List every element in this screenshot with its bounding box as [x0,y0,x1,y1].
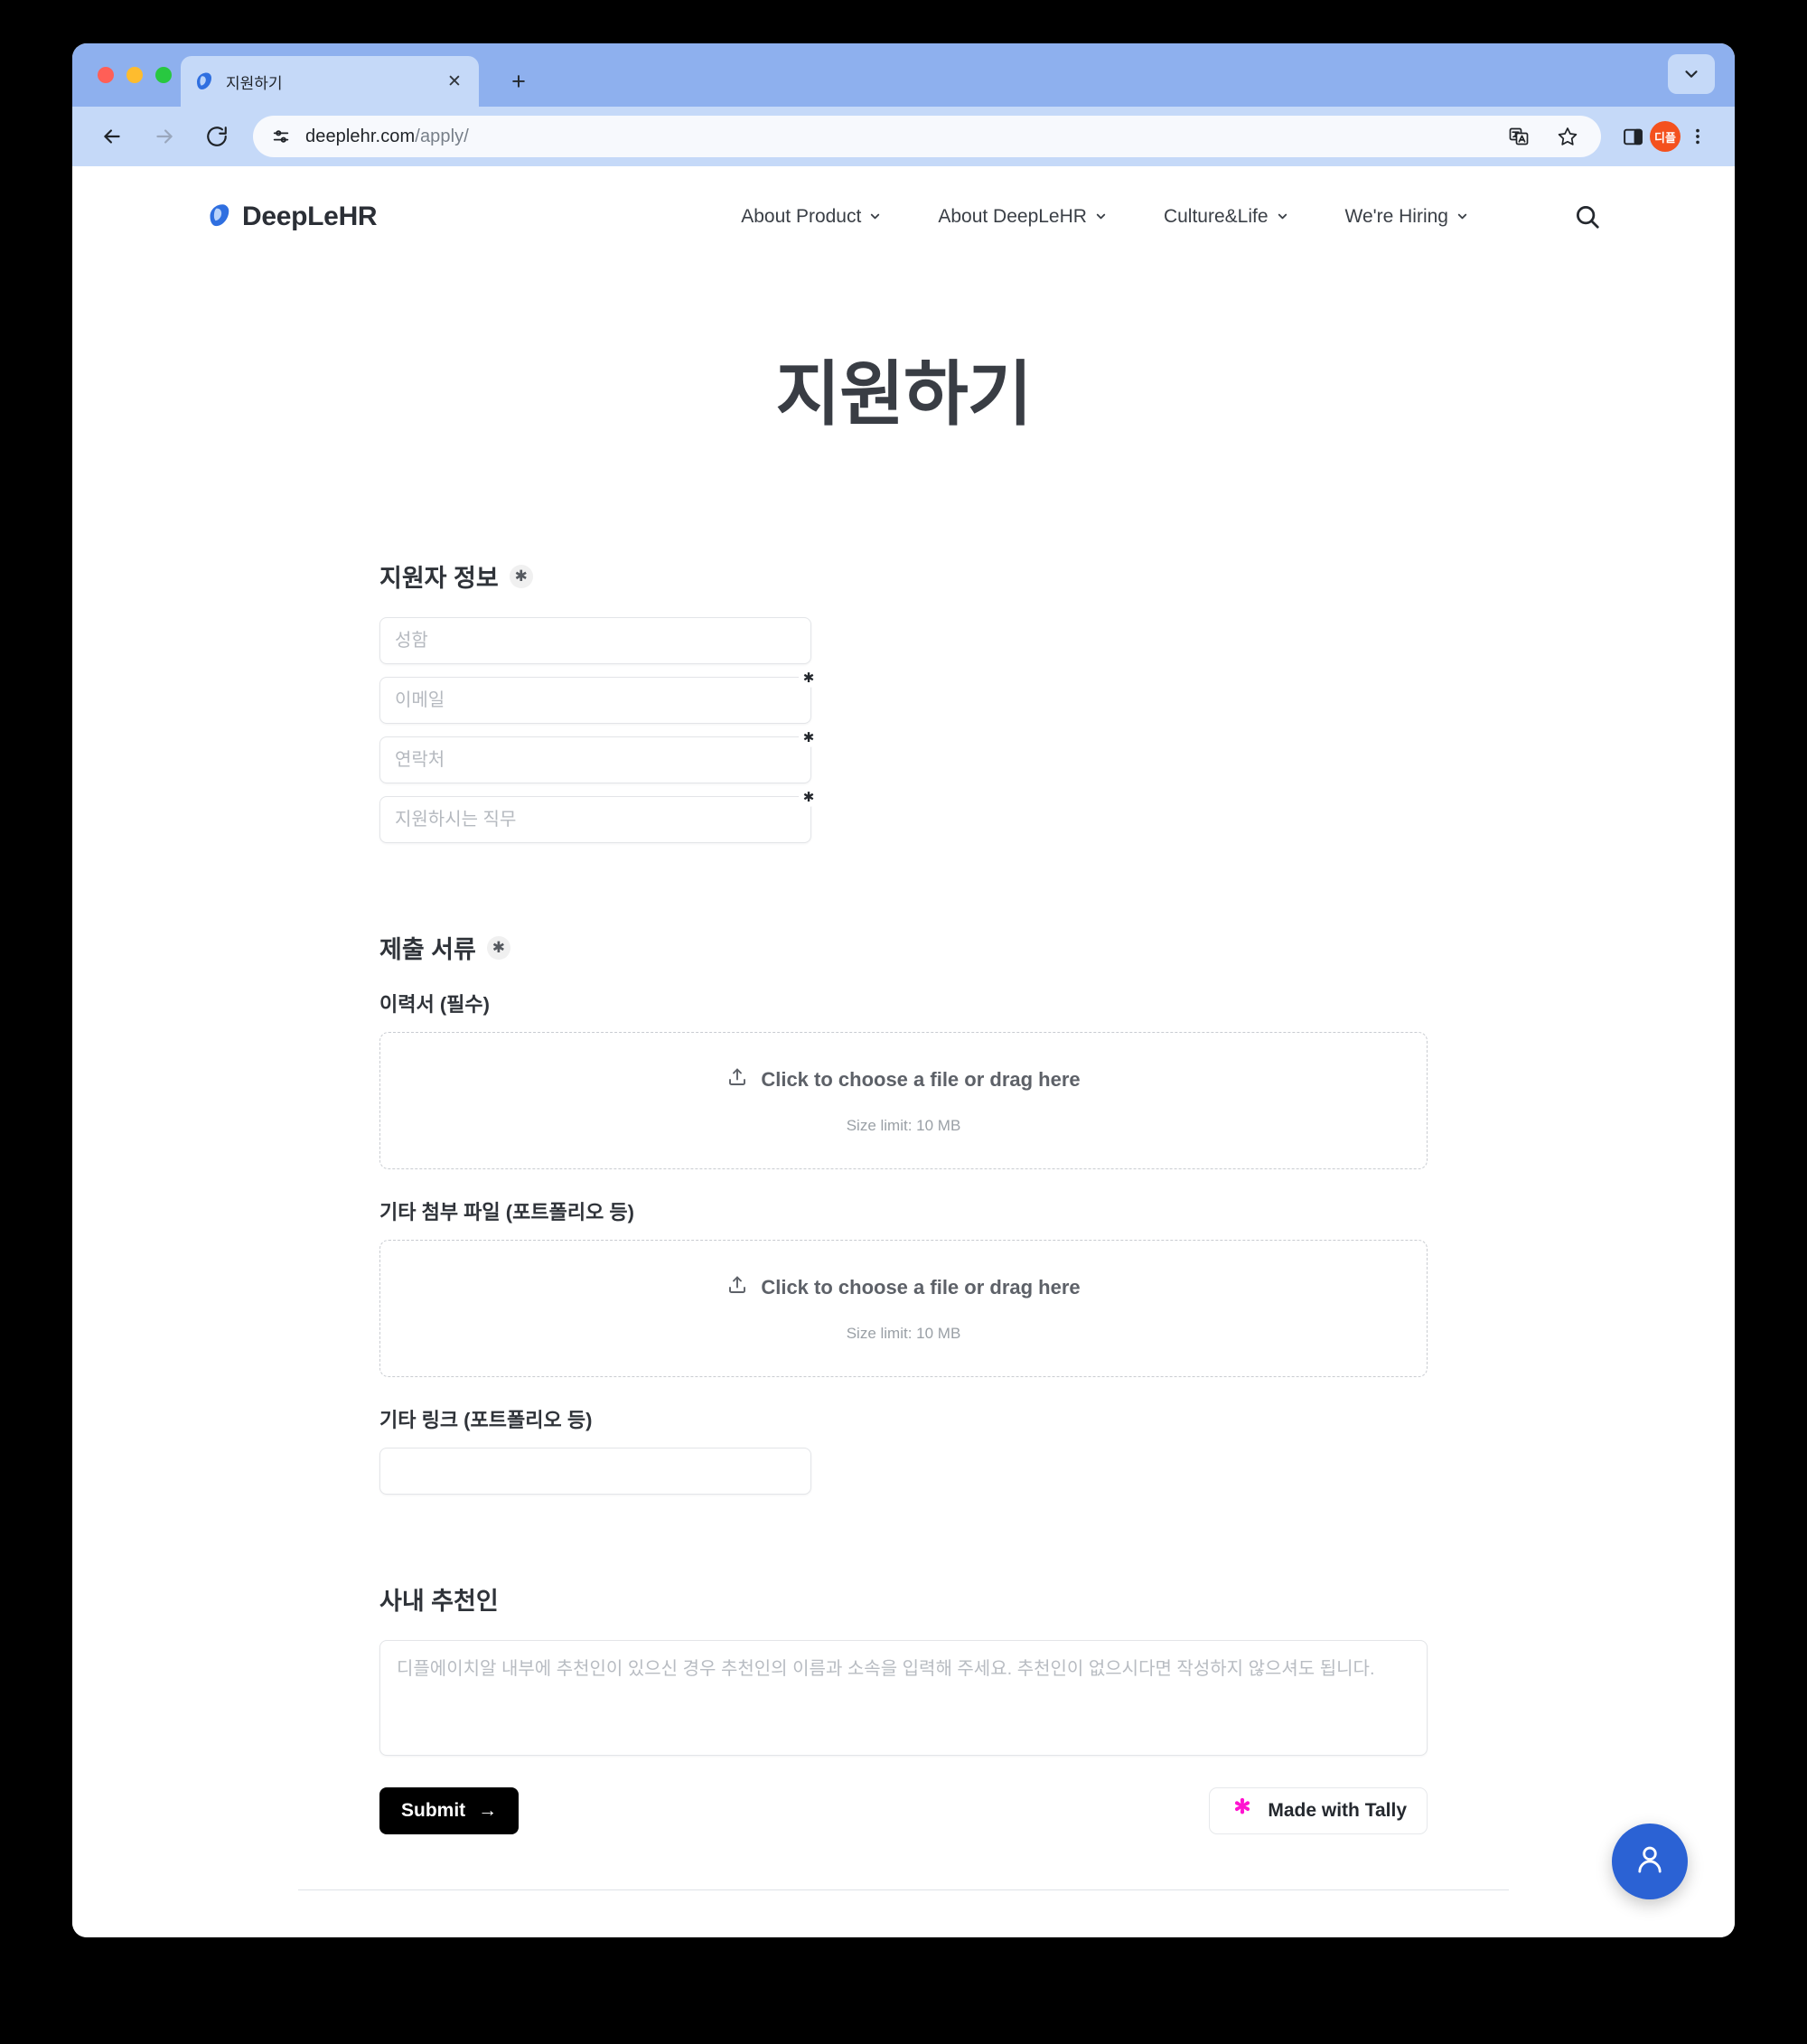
address-bar[interactable]: deeplehr.com/apply/ [253,116,1601,157]
required-badge: ✱ [509,564,533,588]
url-text: deeplehr.com/apply/ [305,127,469,147]
links-label: 기타 링크 (포트폴리오 등) [379,1409,593,1431]
site-header: DeepLeHR About Product About DeepLeHR Cu [72,166,1735,267]
site-navigation: About Product About DeepLeHR Culture&Lif… [741,203,1601,230]
nav-item-culture-life[interactable]: Culture&Life [1164,206,1289,228]
back-button[interactable] [92,117,132,156]
chrome-menu-icon[interactable] [1681,119,1715,154]
chevron-down-icon [1094,210,1108,225]
required-star-icon: ✱ [799,668,819,688]
maximize-window-button[interactable] [155,67,172,83]
referral-section-title: 사내 추천인 [379,1581,1428,1617]
browser-tab[interactable]: 지원하기 ✕ [181,56,479,107]
translate-icon[interactable] [1502,119,1536,154]
arrow-right-icon: → [478,1800,498,1821]
url-path: /apply/ [415,126,469,146]
close-tab-icon[interactable]: ✕ [443,70,466,93]
required-badge: ✱ [486,935,510,960]
account-fab-button[interactable] [1612,1824,1688,1899]
nav-label: About Product [741,206,862,227]
search-icon[interactable] [1574,203,1601,230]
brand-logo[interactable]: DeepLeHR [206,202,378,233]
reload-button[interactable] [197,117,237,156]
application-form: 지원자 정보 ✱ ✱ ✱ ✱ 제출 서류 ✱ [379,558,1428,1834]
brand-name: DeepLeHR [242,202,378,231]
upload-icon [726,1066,748,1093]
url-host: deeplehr.com [305,126,416,146]
email-input[interactable] [379,677,811,724]
person-icon [1631,1841,1669,1883]
footer-divider [298,1889,1509,1890]
section-title-label: 제출 서류 [379,936,476,963]
tab-search-chevron-down-icon[interactable] [1668,54,1715,94]
dropzone-main-row: Click to choose a file or drag here [726,1066,1081,1093]
submit-button[interactable]: Submit → [379,1787,520,1834]
attachments-dropzone[interactable]: Click to choose a file or drag here Size… [379,1240,1428,1377]
phone-input[interactable] [379,736,811,783]
name-input[interactable] [379,617,811,664]
nav-label: We're Hiring [1344,206,1449,227]
field-email: ✱ [379,668,819,724]
applicant-info-section-title: 지원자 정보 ✱ [379,558,1428,594]
deeplehr-droplet-icon [206,202,233,233]
close-window-button[interactable] [98,67,114,83]
submit-label: Submit [401,1800,466,1821]
tally-asterisk-icon [1230,1796,1255,1826]
field-name [379,617,811,664]
dropzone-main-row: Click to choose a file or drag here [726,1274,1081,1301]
made-with-tally-badge[interactable]: Made with Tally [1209,1787,1428,1834]
side-panel-icon[interactable] [1615,119,1650,154]
page-title: 지원하기 [775,354,1032,434]
dropzone-size-limit: Size limit: 10 MB [846,1325,961,1342]
nav-item-were-hiring[interactable]: We're Hiring [1345,206,1470,228]
page-content: DeepLeHR About Product About DeepLeHR Cu [72,166,1735,1937]
nav-item-about-product[interactable]: About Product [741,206,882,228]
field-position: ✱ [379,787,819,843]
chevron-down-icon [1276,210,1289,225]
browser-toolbar: deeplehr.com/apply/ 디플 [72,107,1735,166]
field-phone: ✱ [379,727,819,783]
tally-label: Made with Tally [1268,1800,1407,1821]
nav-item-about-deeplehr[interactable]: About DeepLeHR [938,206,1108,228]
dropzone-text: Click to choose a file or drag here [761,1276,1081,1299]
tab-title: 지원하기 [226,74,283,92]
profile-avatar[interactable]: 디플 [1650,121,1681,152]
required-star-icon: ✱ [799,787,819,807]
position-input[interactable] [379,796,811,843]
field-links [379,1448,811,1495]
nav-label: About DeepLeHR [938,206,1087,227]
documents-section-title: 제출 서류 ✱ [379,930,1428,965]
section-title-label: 지원자 정보 [379,565,499,592]
chevron-down-icon [868,210,882,225]
site-settings-icon[interactable] [266,121,296,152]
bookmark-star-icon[interactable] [1550,119,1585,154]
browser-window: 지원하기 ✕ + deeplehr.com/apply/ 디플 DeepLeHR… [72,43,1735,1937]
resume-dropzone[interactable]: Click to choose a file or drag here Size… [379,1032,1428,1169]
new-tab-button[interactable]: + [497,60,540,103]
dropzone-text: Click to choose a file or drag here [761,1068,1081,1091]
dropzone-size-limit: Size limit: 10 MB [846,1117,961,1134]
browser-tabstrip: 지원하기 ✕ + [72,43,1735,107]
forward-button[interactable] [145,117,184,156]
deeplehr-droplet-icon [193,70,215,92]
minimize-window-button[interactable] [126,67,143,83]
window-traffic-lights [98,67,172,83]
section-title-label: 사내 추천인 [379,1588,499,1615]
required-star-icon: ✱ [799,727,819,747]
form-footer: Submit → Made with Tally [379,1787,1428,1834]
links-input[interactable] [379,1448,811,1495]
attachments-label: 기타 첨부 파일 (포트폴리오 등) [379,1201,634,1224]
omnibox-actions [1502,119,1588,154]
resume-label: 이력서 (필수) [379,993,490,1016]
nav-label: Culture&Life [1163,206,1269,227]
upload-icon [726,1274,748,1301]
chevron-down-icon [1456,210,1469,225]
referral-textarea[interactable] [379,1640,1428,1756]
